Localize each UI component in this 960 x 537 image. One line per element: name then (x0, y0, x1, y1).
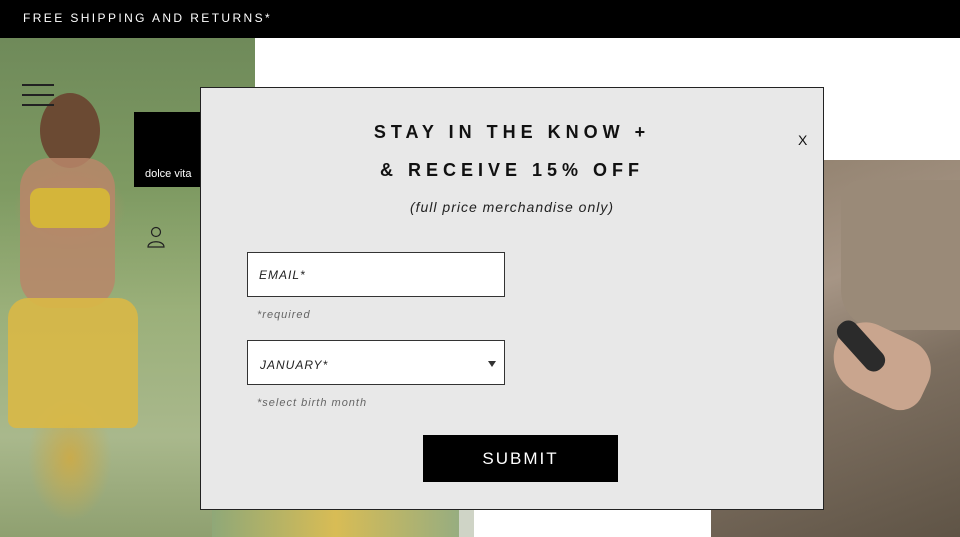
account-icon[interactable] (146, 226, 166, 248)
photo-detail (841, 180, 960, 330)
birth-month-hint: *select birth month (257, 397, 368, 409)
photo-detail (8, 298, 138, 428)
email-field[interactable] (247, 252, 505, 297)
submit-button[interactable]: SUBMIT (423, 435, 618, 482)
promo-bar[interactable]: FREE SHIPPING AND RETURNS* (0, 0, 960, 38)
modal-headline-offer: & RECEIVE 15% OFF (379, 160, 645, 180)
signup-modal: X STAY IN THE KNOW + & RECEIVE 15% OFF (… (200, 87, 824, 510)
birth-month-select[interactable]: JANUARY* (247, 340, 505, 385)
modal-subline: (full price merchandise only) (409, 199, 615, 215)
modal-headline: STAY IN THE KNOW + (373, 122, 651, 142)
photo-detail (30, 188, 110, 228)
promo-text[interactable]: FREE SHIPPING AND RETURNS* (23, 11, 272, 25)
page: FREE SHIPPING AND RETURNS* dolce vita X … (0, 0, 960, 537)
birth-month-value: JANUARY* (260, 358, 329, 372)
photo-detail (20, 158, 115, 308)
logo-text: dolce vita (145, 168, 192, 180)
hamburger-menu-icon[interactable] (22, 84, 54, 106)
brand-logo[interactable]: dolce vita (134, 112, 201, 187)
email-required-hint: *required (257, 309, 311, 321)
chevron-down-icon (488, 361, 496, 367)
